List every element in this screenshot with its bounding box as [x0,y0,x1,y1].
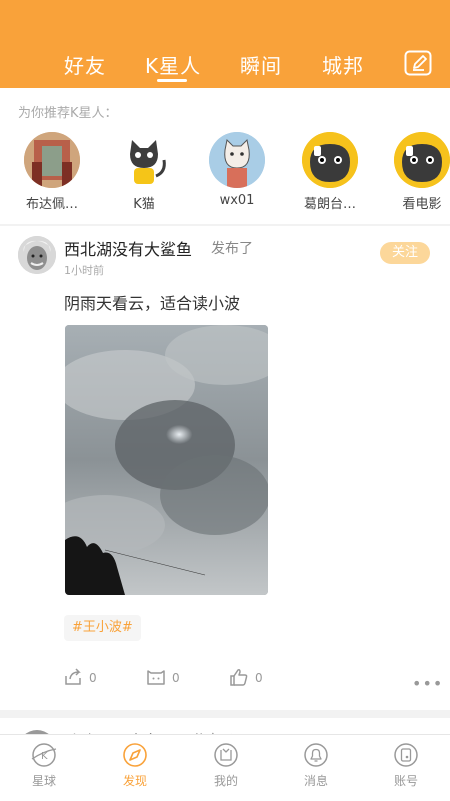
tab-friends[interactable]: 好友 [64,50,106,79]
recommend-user[interactable]: 布达佩… [17,132,87,212]
nav-discover[interactable]: 发现 [105,741,165,789]
follow-button[interactable]: 关注 [380,242,430,264]
comment-count: 0 [172,671,180,685]
profile-icon [214,743,238,767]
account-icon [394,743,418,767]
tab-k-people[interactable]: K星人 [145,50,201,79]
post-username[interactable]: 西北湖没有大鲨鱼 [64,236,192,260]
nav-planet[interactable]: K 星球 [14,741,74,789]
recommend-user[interactable]: wx01 [202,132,272,208]
recommend-user-name: 葛朗台… [303,197,356,212]
nav-mine[interactable]: 我的 [196,741,256,789]
avatar [116,132,172,188]
recommend-user[interactable]: 葛朗台… [295,132,365,212]
svg-text:K: K [41,751,48,762]
nav-account[interactable]: 账号 [376,741,436,789]
recommend-user-name: K猫 [133,197,155,212]
post-timestamp: 1小时前 [64,264,104,277]
post-action-label: 发布了 [211,241,253,257]
nav-label: 账号 [393,774,418,788]
recommend-title: 为你推荐K星人： [18,106,118,121]
planet-icon: K [31,743,57,767]
nav-label: 消息 [303,774,328,788]
recommend-user-name: 看电影 [402,197,442,212]
recommend-user-name: 布达佩… [25,197,78,212]
edit-icon [404,50,432,76]
avatar [394,132,450,188]
share-count: 0 [89,671,97,685]
recommend-user[interactable]: 看电影 [387,132,450,212]
bottom-navigation: K 星球 发现 我的 消息 账号 [0,734,450,801]
topic-tag[interactable]: #王小波# [64,615,141,641]
thumbs-up-icon [230,669,248,686]
like-count: 0 [255,671,263,685]
compose-button[interactable] [404,50,432,76]
nav-label: 星球 [31,774,56,788]
recommend-user[interactable]: K猫 [109,132,179,212]
share-icon [65,668,81,685]
compass-icon [123,743,147,767]
post-image[interactable] [65,325,268,595]
active-tab-indicator [157,79,187,82]
nav-messages[interactable]: 消息 [286,741,346,789]
avatar [302,132,358,188]
avatar [24,132,80,188]
more-options-button[interactable]: ••• [412,674,443,693]
bell-icon [304,743,328,767]
comment-icon [147,670,165,685]
post-text: 阴雨天看云，适合读小波 [64,294,241,313]
recommend-section: 为你推荐K星人： 布达佩… K猫 wx01 葛朗台… 看电影 [0,88,450,224]
avatar [209,132,265,188]
nav-label: 发现 [122,774,147,788]
tab-moments[interactable]: 瞬间 [240,50,282,79]
recommend-user-name: wx01 [219,193,255,208]
nav-label: 我的 [213,774,238,788]
avatar[interactable] [18,236,56,274]
top-header: 好友 K星人 瞬间 城邦 [0,0,450,88]
feed-post: 西北湖没有大鲨鱼 发布了 1小时前 关注 阴雨天看云，适合读小波 #王小波# 0… [0,226,450,710]
tab-city[interactable]: 城邦 [322,50,364,79]
